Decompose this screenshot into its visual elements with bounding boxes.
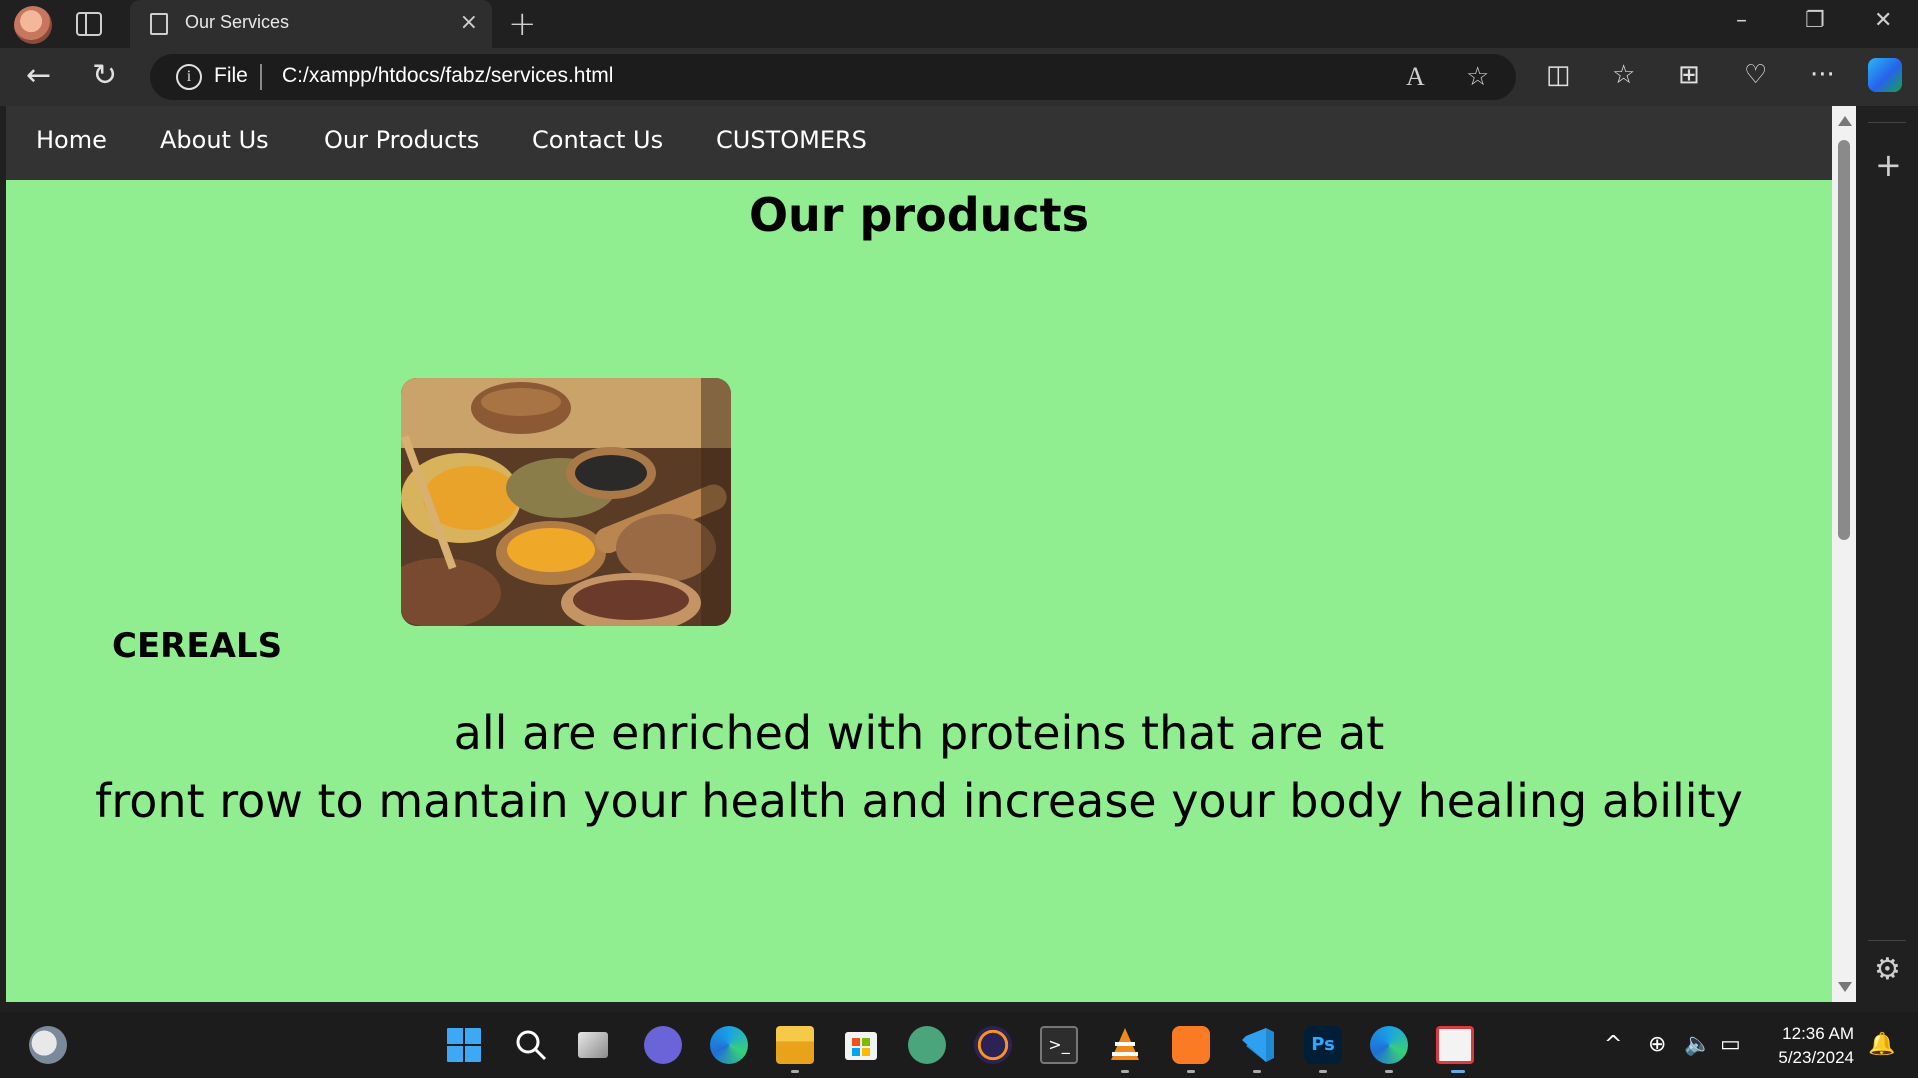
eclipse-icon[interactable]: [974, 1026, 1012, 1064]
page-title: Our products: [748, 188, 1090, 242]
running-indicator: [791, 1070, 799, 1073]
profile-avatar-icon[interactable]: [14, 6, 52, 44]
nav-link-about-us[interactable]: About Us: [160, 126, 269, 154]
terminal-icon[interactable]: >_: [1040, 1026, 1078, 1064]
show-hidden-icons-chevron-icon[interactable]: ^: [1604, 1032, 1622, 1057]
nav-link-our-products[interactable]: Our Products: [324, 126, 479, 154]
running-indicator: [1253, 1070, 1261, 1073]
tab-title: Our Services: [185, 12, 290, 32]
nav-link-contact-us[interactable]: Contact Us: [532, 126, 663, 154]
scroll-down-arrow-icon[interactable]: [1838, 982, 1852, 992]
edge-icon[interactable]: [710, 1026, 748, 1064]
address-separator: [260, 64, 262, 90]
page-viewport: Home About Us Our Products Contact Us CU…: [6, 106, 1832, 1002]
cereals-product-image: [401, 378, 731, 626]
volume-icon[interactable]: 🔈: [1684, 1032, 1711, 1057]
snipping-tool-icon[interactable]: [1436, 1026, 1474, 1064]
page-scrollbar[interactable]: [1832, 106, 1856, 1002]
active-app-indicator: [1451, 1070, 1465, 1073]
language-globe-icon[interactable]: ⊕: [1648, 1032, 1666, 1057]
running-indicator: [1187, 1070, 1195, 1073]
close-window-icon[interactable]: ✕: [1874, 8, 1892, 33]
sidebar-add-icon[interactable]: +: [1875, 146, 1902, 184]
favorite-star-icon[interactable]: ☆: [1466, 62, 1489, 92]
site-info-icon[interactable]: i: [176, 64, 202, 90]
notifications-bell-icon[interactable]: 🔔: [1868, 1032, 1895, 1057]
search-icon[interactable]: [512, 1026, 550, 1064]
title-bar: Our Services × + – ❐ ✕: [0, 0, 1918, 48]
cereals-illustration: [401, 378, 731, 626]
address-scheme: File: [214, 64, 248, 87]
windows-start-icon[interactable]: [445, 1026, 483, 1064]
sidebar-divider: [1868, 122, 1906, 123]
nav-link-customers[interactable]: CUSTOMERS: [716, 126, 867, 154]
favorites-list-icon[interactable]: ☆: [1612, 60, 1635, 90]
edge-dev-icon[interactable]: [1370, 1026, 1408, 1064]
scrollbar-thumb[interactable]: [1838, 140, 1850, 540]
clock-time: 12:36 AM: [1782, 1024, 1854, 1043]
xampp-icon[interactable]: [1172, 1026, 1210, 1064]
product-description-line-2: front row to mantain your health and inc…: [95, 774, 1743, 828]
running-indicator: [1319, 1070, 1327, 1073]
system-clock[interactable]: 12:36 AM 5/23/2024: [1770, 1022, 1854, 1070]
collections-icon[interactable]: ⊞: [1678, 60, 1700, 90]
back-icon[interactable]: ←: [26, 58, 51, 93]
tab-actions-icon[interactable]: [76, 12, 102, 36]
windows-taskbar: >_ Ps ^ ⊕ 🔈 ▭ 12:36 AM 5/23/2024 🔔: [0, 1012, 1918, 1078]
chatgpt-icon[interactable]: [908, 1026, 946, 1064]
address-bar[interactable]: i File C:/xampp/htdocs/fabz/services.htm…: [150, 54, 1516, 100]
product-label-cereals: CEREALS: [112, 626, 283, 666]
minimize-icon[interactable]: –: [1736, 8, 1747, 33]
vscode-icon[interactable]: [1238, 1026, 1276, 1064]
address-url[interactable]: C:/xampp/htdocs/fabz/services.html: [282, 64, 613, 88]
running-indicator: [1385, 1070, 1393, 1073]
sidebar-divider: [1868, 940, 1906, 941]
browser-sidebar: + ⚙: [1856, 106, 1918, 1012]
teams-icon[interactable]: [644, 1026, 682, 1064]
page-document-icon: [150, 13, 168, 35]
scroll-up-arrow-icon[interactable]: [1838, 116, 1852, 126]
product-description-line-1: all are enriched with proteins that are …: [453, 706, 1385, 760]
nav-link-home[interactable]: Home: [36, 126, 107, 154]
browser-essentials-icon[interactable]: ♡: [1744, 60, 1767, 90]
more-menu-icon[interactable]: ···: [1810, 60, 1835, 90]
refresh-icon[interactable]: ↻: [92, 58, 117, 93]
close-tab-icon[interactable]: ×: [460, 10, 478, 35]
running-indicator: [1121, 1070, 1129, 1073]
sidebar-settings-icon[interactable]: ⚙: [1874, 952, 1901, 987]
weather-icon[interactable]: [29, 1026, 67, 1064]
site-navbar: Home About Us Our Products Contact Us CU…: [6, 106, 1832, 180]
clock-date: 5/23/2024: [1778, 1048, 1854, 1067]
file-explorer-icon[interactable]: [776, 1026, 814, 1064]
vlc-icon[interactable]: [1106, 1026, 1144, 1064]
battery-icon[interactable]: ▭: [1720, 1032, 1741, 1057]
task-view-icon[interactable]: [578, 1032, 608, 1058]
store-icon[interactable]: [842, 1026, 880, 1064]
new-tab-button[interactable]: +: [508, 4, 537, 44]
photoshop-icon[interactable]: Ps: [1304, 1026, 1342, 1064]
restore-icon[interactable]: ❐: [1805, 8, 1825, 33]
read-aloud-icon[interactable]: A: [1406, 62, 1425, 92]
browser-tab[interactable]: Our Services ×: [130, 0, 492, 48]
copilot-icon[interactable]: [1868, 58, 1902, 92]
split-screen-icon[interactable]: ◫: [1546, 60, 1571, 90]
